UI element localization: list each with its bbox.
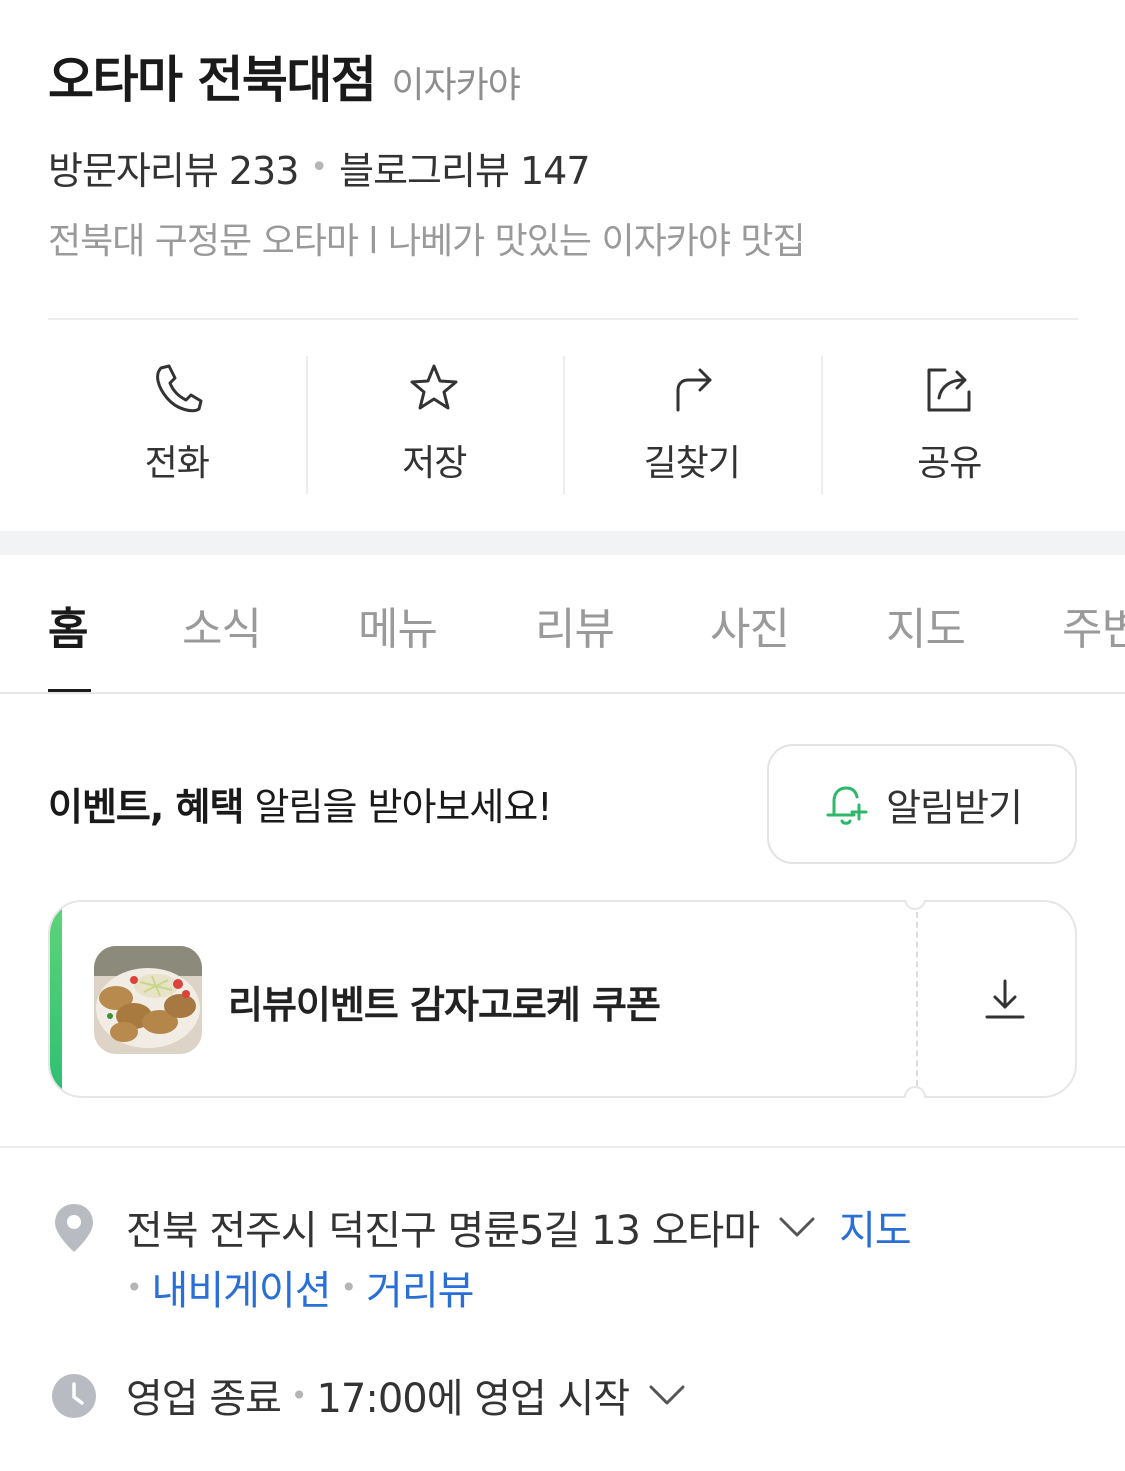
chevron-down-icon[interactable]: [647, 1381, 687, 1409]
separator-dot: •: [290, 1378, 307, 1412]
save-label: 저장: [402, 443, 467, 484]
tab-nearby[interactable]: 주변: [1062, 593, 1125, 657]
share-button[interactable]: 공유: [820, 356, 1079, 496]
tab-bar: 홈 소식 메뉴 리뷰 사진 지도 주변: [0, 555, 1125, 695]
separator-dot: •: [340, 1270, 357, 1304]
share-icon: [927, 368, 971, 412]
store-description: 전북대 구정문 오타마 l 나베가 맛있는 이자카야 맛집: [48, 221, 806, 262]
coupon-thumbnail: [94, 946, 202, 1054]
chevron-down-icon[interactable]: [777, 1213, 817, 1241]
notify-message: 이벤트, 혜택 알림을 받아보세요!: [48, 776, 553, 831]
location-pin-icon: [55, 1204, 93, 1252]
address-row: 전북 전주시 덕진구 명륜5길 13 오타마 지도: [126, 1198, 912, 1256]
separator-dot: •: [126, 1270, 142, 1304]
directions-label: 길찾기: [643, 443, 741, 484]
visitor-review-count[interactable]: 방문자리뷰 233: [48, 140, 299, 195]
notify-button-label: 알림받기: [886, 785, 1023, 830]
action-bar: 전화 저장 길찾기 공유: [48, 356, 1078, 496]
tab-bar-border: [0, 692, 1125, 694]
address-text: 전북 전주시 덕진구 명륜5길 13 오타마: [126, 1208, 760, 1254]
coupon-download-button[interactable]: [930, 902, 1075, 1096]
navigation-link[interactable]: 내비게이션: [152, 1258, 332, 1316]
review-counts: 방문자리뷰 233 • 블로그리뷰 147: [48, 140, 591, 195]
clock-icon: [52, 1374, 96, 1418]
tab-home[interactable]: 홈: [48, 593, 88, 657]
notch-mask-bottom: [890, 1098, 940, 1122]
bell-plus-icon: [826, 786, 868, 825]
notify-button[interactable]: 알림받기: [767, 744, 1077, 864]
star-icon: [410, 364, 458, 410]
tab-menu[interactable]: 메뉴: [358, 593, 438, 657]
divider: [48, 318, 1078, 320]
address-links: • 내비게이션 • 거리뷰: [126, 1258, 474, 1316]
store-category: 이자카야: [391, 65, 520, 106]
title-row: 오타마 전북대점 이자카야: [48, 40, 1078, 109]
hours-next-open: 17:00에 영업 시작: [316, 1376, 630, 1422]
divider: [0, 1146, 1125, 1148]
croquette-photo: [94, 946, 202, 1054]
directions-button[interactable]: 길찾기: [563, 356, 821, 496]
coupon-title: 리뷰이벤트 감자고로케 쿠폰: [228, 983, 661, 1027]
tab-photos[interactable]: 사진: [710, 593, 790, 657]
directions-icon: [676, 368, 712, 412]
place-header: 오타마 전북대점 이자카야: [48, 40, 1078, 109]
phone-icon: [155, 364, 203, 413]
tab-news[interactable]: 소식: [182, 593, 262, 657]
separator-dot: •: [310, 149, 328, 185]
save-button[interactable]: 저장: [305, 356, 564, 496]
hours-row[interactable]: 영업 종료 • 17:00에 영업 시작: [126, 1366, 709, 1424]
hours-status: 영업 종료: [126, 1376, 282, 1422]
blog-review-count[interactable]: 블로그리뷰 147: [339, 140, 590, 195]
notify-text: 알림을 받아보세요!: [243, 785, 553, 829]
section-gap: [0, 531, 1125, 555]
coupon-accent-bar: [50, 902, 62, 1096]
map-link[interactable]: 지도: [839, 1198, 912, 1256]
coupon-card[interactable]: 리뷰이벤트 감자고로케 쿠폰: [48, 900, 1077, 1098]
street-view-link[interactable]: 거리뷰: [366, 1258, 474, 1316]
call-button[interactable]: 전화: [48, 356, 306, 496]
tab-reviews[interactable]: 리뷰: [535, 593, 615, 657]
share-label: 공유: [917, 443, 982, 484]
download-icon: [985, 979, 1024, 1019]
tab-map[interactable]: 지도: [886, 593, 966, 657]
notify-bold-text: 이벤트, 혜택: [48, 785, 244, 829]
coupon-divider: [916, 902, 918, 1096]
notch-mask-top: [890, 876, 940, 900]
store-name: 오타마 전북대점: [48, 51, 377, 109]
call-label: 전화: [144, 443, 210, 484]
